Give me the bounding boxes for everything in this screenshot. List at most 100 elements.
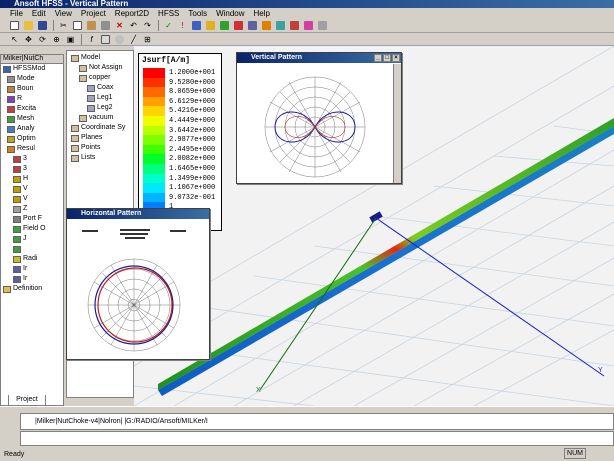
model-tree-item[interactable]: Model <box>67 53 133 63</box>
model-tree-item[interactable]: Leg2 <box>67 103 133 113</box>
tree-item[interactable]: R <box>1 94 63 104</box>
new-icon[interactable] <box>8 20 21 32</box>
menu-report2d[interactable]: Report2D <box>115 9 149 18</box>
tree-item[interactable]: Ir <box>1 264 63 274</box>
tool-a-icon[interactable] <box>204 20 217 32</box>
legend-swatch <box>143 192 165 203</box>
polar-icon <box>13 195 21 203</box>
vertical-scrollbar[interactable] <box>393 64 401 183</box>
delete-icon[interactable]: ✕ <box>113 20 126 32</box>
optimetrics-icon <box>7 135 15 143</box>
model-tree-item[interactable]: Planes <box>67 133 133 143</box>
cut-icon[interactable]: ✂ <box>57 20 70 32</box>
menu-help[interactable]: Help <box>254 9 270 18</box>
boundary-icon <box>7 85 15 93</box>
tree-item[interactable]: Boun <box>1 84 63 94</box>
tool-h-icon[interactable] <box>302 20 315 32</box>
tree-item[interactable]: Radi <box>1 254 63 264</box>
legend-value: 2.4495e+000 <box>169 145 216 154</box>
polar-icon <box>13 175 21 183</box>
menu-edit[interactable]: Edit <box>32 9 46 18</box>
menu-window[interactable]: Window <box>216 9 244 18</box>
tree-item[interactable]: Z <box>1 204 63 214</box>
tool-g-icon[interactable] <box>288 20 301 32</box>
tree-item[interactable]: Mode <box>1 74 63 84</box>
tab-project[interactable]: Project <box>8 395 46 406</box>
tree-item[interactable]: V <box>1 184 63 194</box>
tree-item[interactable]: J <box>1 234 63 244</box>
tree-item[interactable]: 3 <box>1 154 63 164</box>
tree-item[interactable]: H <box>1 174 63 184</box>
tree-item[interactable]: Mesh <box>1 114 63 124</box>
vertical-pattern-titlebar[interactable]: Vertical Pattern _ □ × <box>237 53 401 63</box>
model-icon[interactable] <box>190 20 203 32</box>
tree-item[interactable]: HFSSMod <box>1 64 63 74</box>
validate-icon[interactable]: ✓ <box>162 20 175 32</box>
tree-node-icon <box>87 84 95 92</box>
horizontal-pattern-titlebar[interactable]: Horizontal Pattern <box>67 209 209 219</box>
tool-f-icon[interactable] <box>274 20 287 32</box>
model-tree-item[interactable]: Not Assign <box>67 63 133 73</box>
menu-project[interactable]: Project <box>81 9 106 18</box>
tree-item-label: V <box>23 185 28 192</box>
model-tree-item[interactable]: Lists <box>67 153 133 163</box>
undo-icon[interactable]: ↶ <box>127 20 140 32</box>
tree-item[interactable] <box>1 244 63 254</box>
excitation-icon <box>7 105 15 113</box>
menu-view[interactable]: View <box>55 9 72 18</box>
tree-item[interactable]: Excita <box>1 104 63 114</box>
select-icon[interactable]: ↖ <box>8 33 21 45</box>
model-tree-item[interactable]: Coordinate Sy <box>67 123 133 133</box>
model-tree-item[interactable]: Coax <box>67 83 133 93</box>
open-icon[interactable] <box>22 20 35 32</box>
model-tree-item[interactable]: Points <box>67 143 133 153</box>
tool-d-icon[interactable] <box>246 20 259 32</box>
tree-item[interactable]: Definition <box>1 284 63 294</box>
model-tree-item[interactable]: vacuum <box>67 113 133 123</box>
print-icon[interactable] <box>99 20 112 32</box>
vertical-pattern-window[interactable]: Vertical Pattern _ □ × <box>236 52 402 184</box>
minimize-button[interactable]: _ <box>374 54 382 62</box>
model-tree-item[interactable]: Leg1 <box>67 93 133 103</box>
horizontal-pattern-window[interactable]: Horizontal Pattern <box>66 208 210 360</box>
paste-icon[interactable] <box>85 20 98 32</box>
message-bar[interactable]: |Milker|NutChoke-v4|Nolron| |G:/RADIO/An… <box>20 413 614 430</box>
menu-hfss[interactable]: HFSS <box>158 9 179 18</box>
tool-c-icon[interactable] <box>232 20 245 32</box>
model-tree-item[interactable]: copper <box>67 73 133 83</box>
function-icon[interactable]: f <box>85 33 98 45</box>
copy-icon[interactable] <box>71 20 84 32</box>
tree-item-label: Z <box>23 205 28 212</box>
menu-file[interactable]: File <box>10 9 23 18</box>
field-legend[interactable]: Jsurf[A/m] 1.2000e+001 9.5280e+000 8.0659e… <box>138 53 222 232</box>
fit-icon[interactable]: ▣ <box>64 33 77 45</box>
tree-item[interactable]: Optim <box>1 134 63 144</box>
tool-i-icon[interactable] <box>316 20 329 32</box>
menu-tools[interactable]: Tools <box>188 9 207 18</box>
close-button[interactable]: × <box>392 54 400 62</box>
zoom-icon[interactable]: ⊕ <box>50 33 63 45</box>
analyze-icon[interactable]: ! <box>176 20 189 32</box>
line-icon[interactable]: ╱ <box>127 33 140 45</box>
tree-item[interactable]: 3 <box>1 164 63 174</box>
tree-item[interactable]: Field O <box>1 224 63 234</box>
tree-item[interactable]: Analy <box>1 124 63 134</box>
tree-item[interactable]: Port F <box>1 214 63 224</box>
save-icon[interactable] <box>36 20 49 32</box>
tool-e-icon[interactable] <box>260 20 273 32</box>
rotate-icon[interactable]: ⟳ <box>36 33 49 45</box>
tree-item[interactable]: V <box>1 194 63 204</box>
pan-icon[interactable]: ✥ <box>22 33 35 45</box>
tool-b-icon[interactable] <box>218 20 231 32</box>
tree-item[interactable]: Resul <box>1 144 63 154</box>
redo-icon[interactable]: ↷ <box>141 20 154 32</box>
measure-icon[interactable]: ⊞ <box>141 33 154 45</box>
model-tree-label: Coax <box>97 84 114 91</box>
box-icon[interactable] <box>99 33 112 45</box>
project-tree-panel: Milker|NutCh HFSSMod Mode Boun R Excita Mesh A… <box>0 54 64 406</box>
tree-item[interactable]: Ir <box>1 274 63 284</box>
cylinder-icon[interactable] <box>113 33 126 45</box>
legend-row: 9.5280e+000 <box>143 77 215 88</box>
maximize-button[interactable]: □ <box>383 54 391 62</box>
command-bar[interactable] <box>20 431 614 446</box>
